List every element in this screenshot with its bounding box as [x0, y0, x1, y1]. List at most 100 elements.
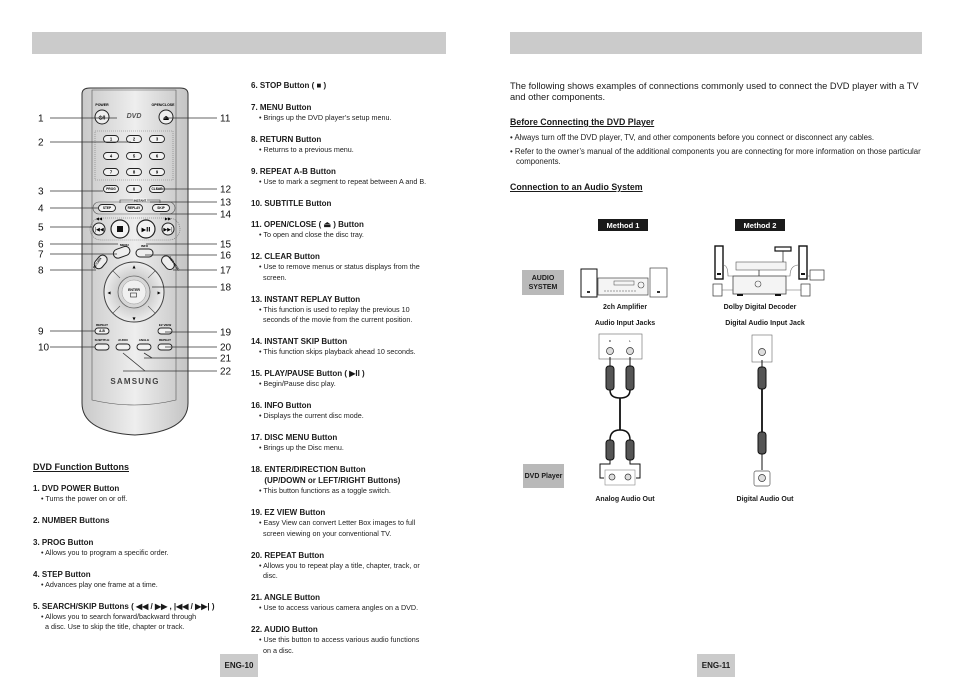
callout-line [122, 352, 146, 372]
replay-button-label: REPLAY [128, 206, 142, 210]
page-number-right: ENG-11 [697, 654, 735, 677]
header-bar-right [510, 32, 922, 54]
digital-audio-cable [751, 334, 773, 487]
callout-number: 10 [38, 343, 50, 354]
digit-button-4 [103, 152, 119, 160]
svg-text:SUBTITLE: SUBTITLE [95, 338, 110, 342]
callout-number: 1 [38, 114, 44, 125]
callout-number: 2 [38, 138, 44, 149]
svg-text:ENTER: ENTER [128, 288, 140, 292]
callout-number: 21 [220, 354, 232, 365]
digit-button-6-label: 6 [156, 153, 159, 158]
decoder-illustration [712, 245, 825, 297]
header-bar-left [32, 32, 446, 54]
function-description: • Begin/Pause disc play. [259, 379, 336, 388]
svg-text:SAMSUNG: SAMSUNG [110, 377, 159, 386]
skip-button [152, 204, 170, 212]
angle-button [136, 343, 152, 351]
function-description: on a disc. [259, 645, 294, 655]
digit-button-1-label: 1 [110, 136, 113, 141]
function-heading: 19. EZ VIEW Button [251, 508, 326, 517]
amp-label: 2ch Amplifier [602, 304, 648, 311]
function-description: • Easy View can convert Letter Box image… [259, 518, 416, 527]
function-heading: 2. NUMBER Buttons [33, 516, 110, 525]
page-number-left: ENG-10 [220, 654, 258, 677]
remote-inner-panel [91, 89, 177, 406]
function-description: seconds of the movie from the current po… [259, 315, 413, 324]
svg-text:POWER: POWER [95, 103, 109, 107]
eject-icon: ⏏ [163, 114, 170, 122]
function-description: • Allows you to repeat play a title, cha… [259, 560, 420, 570]
skip-back-button [92, 222, 106, 236]
function-heading: 17. DISC MENU Button [251, 433, 338, 442]
svg-text:R: R [609, 339, 612, 343]
function-description: • Allows you to search forward/backward … [41, 611, 197, 621]
svg-text:RETURN: RETURN [92, 257, 102, 270]
function-item: 11. OPEN/CLOSE ( ⏏ ) Button • To open and… [251, 219, 446, 241]
function-item: 15. PLAY/PAUSE Button ( ▶II ) • Begin/Pau… [251, 368, 446, 390]
before-connecting-bullets: • Always turn off the DVD player, TV, an… [510, 133, 922, 171]
function-heading: 1. DVD POWER Button [33, 484, 120, 493]
digit-button-3 [149, 135, 165, 143]
function-item: 22. AUDIO Button • Use this button to acc… [251, 624, 446, 656]
svg-text:MENU: MENU [120, 243, 129, 247]
audio-button [115, 343, 131, 351]
function-heading: 18. ENTER/DIRECTION Button (UP/DOWN or L… [251, 465, 401, 485]
digit-button-7-label: 7 [110, 169, 113, 174]
clear-button-label: CLEAR [152, 187, 164, 191]
intro-text: The following shows examples of connecti… [510, 81, 919, 102]
function-heading: 4. STEP Button [33, 569, 91, 579]
step-button [98, 204, 116, 212]
function-heading: 11. OPEN/CLOSE ( ⏏ ) Button [251, 220, 364, 229]
function-heading: 9. REPEAT A-B Button [251, 166, 336, 176]
repeat-ab-button [94, 327, 110, 335]
stop-button [110, 219, 130, 239]
function-item: 20. REPEAT Button • Allows you to repeat … [251, 550, 446, 582]
function-heading: 12. CLEAR Button [251, 252, 320, 261]
svg-text:REPEAT: REPEAT [159, 338, 171, 342]
function-description: • Brings up the Disc menu. [259, 443, 344, 452]
function-item: 10. SUBTITLE Button [251, 198, 446, 209]
svg-text:INSTANT: INSTANT [134, 199, 147, 203]
digit-button-1 [103, 135, 119, 143]
digit-button-5-label: 5 [133, 153, 136, 158]
function-description: • Advances play one frame at a time. [41, 579, 158, 589]
function-description: • This button functions as a toggle swit… [259, 486, 391, 495]
svg-text:OPEN/CLOSE: OPEN/CLOSE [152, 103, 176, 107]
function-description: • Use to mark a segment to repeat betwee… [259, 176, 427, 186]
function-item: 17. DISC MENU Button • Brings up the Disc… [251, 432, 446, 454]
function-description: • To open and close the disc tray. [259, 230, 364, 239]
callout-number: 11 [220, 114, 231, 125]
svg-text:REPEAT: REPEAT [96, 323, 108, 327]
function-item: 16. INFO Button • Displays the current di… [251, 400, 446, 422]
before-connecting-title: Before Connecting the DVD Player [510, 117, 655, 127]
repeat-ab-button-label: A-B [99, 329, 105, 333]
dvd-function-buttons-title: DVD Function Buttons [33, 462, 129, 472]
function-description: • This function skips playback ahead 10 … [259, 347, 416, 356]
function-description: • Use to remove menus or status displays… [259, 262, 420, 271]
svg-text:INFO: INFO [141, 244, 149, 248]
callout-number: 8 [38, 266, 44, 277]
function-heading: 22. AUDIO Button [251, 625, 318, 634]
ez-view-button [157, 327, 173, 335]
svg-text:◀◀: ◀◀ [96, 216, 103, 221]
function-item: 1. DVD POWER Button • Turns the power on … [33, 483, 233, 505]
digit-button-0-label: 0 [133, 186, 136, 191]
callout-number: 3 [38, 187, 44, 198]
function-heading: 21. ANGLE Button [251, 593, 321, 602]
function-item: 7. MENU Button • Brings up the DVD player… [251, 102, 446, 124]
callout-number: 17 [220, 266, 232, 277]
svg-text:L: L [629, 339, 631, 343]
function-item: 13. INSTANT REPLAY Button • This function… [251, 294, 446, 326]
svg-text:DISC MENU: DISC MENU [168, 255, 181, 271]
function-description: • Use this button to access various audi… [259, 635, 420, 644]
digit-button-7 [103, 168, 119, 176]
callout-number: 22 [220, 367, 232, 378]
function-item: 12. CLEAR Button • Use to remove menus or… [251, 251, 446, 283]
callout-number: 15 [220, 240, 232, 251]
callout-number: 20 [220, 343, 232, 354]
function-item: 19. EZ VIEW Button • Easy View can conver… [251, 507, 446, 539]
svg-text:▲: ▲ [132, 264, 136, 269]
analog-out-label: Analog Audio Out [595, 496, 655, 503]
digit-button-6 [149, 152, 165, 160]
